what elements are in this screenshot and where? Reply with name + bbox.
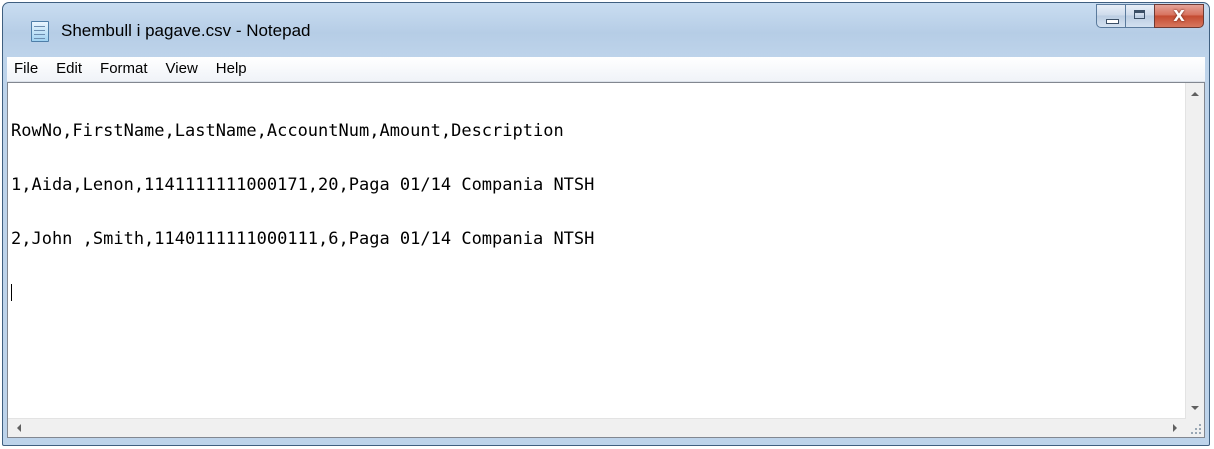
notepad-window: Shembull i pagave.csv - Notepad X File E… <box>2 2 1210 446</box>
minimize-icon <box>1106 19 1119 24</box>
text-caret <box>11 284 12 301</box>
menu-format[interactable]: Format <box>91 58 157 80</box>
scroll-down-arrow-icon[interactable] <box>1191 406 1199 410</box>
text-line: 1,Aida,Lenon,1141111111000171,20,Paga 01… <box>11 175 595 195</box>
scroll-right-arrow-icon[interactable] <box>1173 424 1177 432</box>
text-line: 2,John ,Smith,1140111111000111,6,Paga 01… <box>11 229 595 249</box>
scroll-left-arrow-icon[interactable] <box>17 424 21 432</box>
vertical-scrollbar[interactable] <box>1185 83 1204 419</box>
menu-help[interactable]: Help <box>207 58 256 80</box>
close-icon: X <box>1173 7 1185 25</box>
document-text[interactable]: RowNo,FirstName,LastName,AccountNum,Amou… <box>11 86 1182 417</box>
resize-grip-icon[interactable] <box>1186 419 1204 437</box>
title-bar[interactable]: Shembull i pagave.csv - Notepad X <box>3 3 1209 57</box>
menu-file[interactable]: File <box>7 58 47 80</box>
caption-buttons: X <box>1096 4 1204 28</box>
text-editor[interactable]: RowNo,FirstName,LastName,AccountNum,Amou… <box>7 82 1205 438</box>
menu-edit[interactable]: Edit <box>47 58 91 80</box>
maximize-icon <box>1134 10 1145 19</box>
horizontal-scrollbar[interactable] <box>8 418 1186 437</box>
text-line-cursor <box>11 284 1182 302</box>
close-button[interactable]: X <box>1154 4 1204 28</box>
window-title: Shembull i pagave.csv - Notepad <box>61 21 311 40</box>
maximize-button[interactable] <box>1125 4 1155 28</box>
menu-view[interactable]: View <box>157 58 207 80</box>
text-line: RowNo,FirstName,LastName,AccountNum,Amou… <box>11 121 564 141</box>
menu-bar: File Edit Format View Help <box>7 57 1205 82</box>
minimize-button[interactable] <box>1096 4 1126 28</box>
scroll-up-arrow-icon[interactable] <box>1191 92 1199 96</box>
notepad-icon[interactable] <box>31 21 49 42</box>
